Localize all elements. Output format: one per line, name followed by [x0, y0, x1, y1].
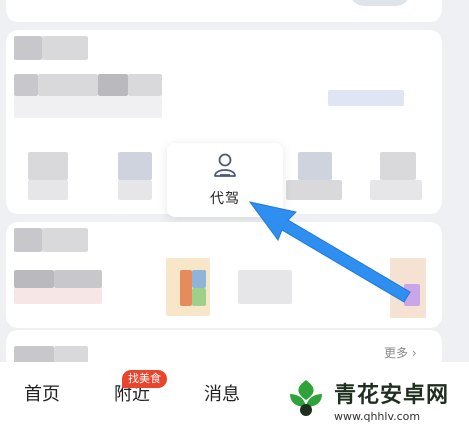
pointer-arrow-icon — [248, 201, 411, 303]
